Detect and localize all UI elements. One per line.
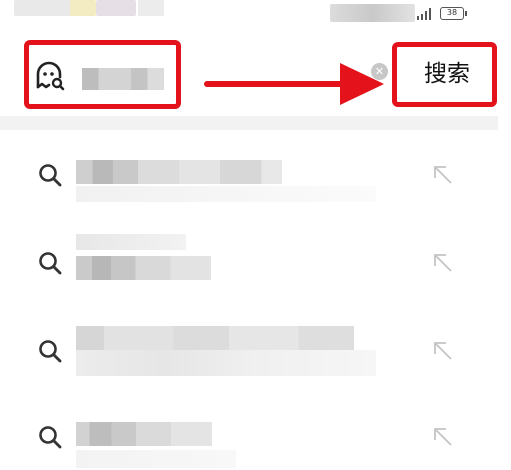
list-item[interactable] bbox=[0, 134, 511, 214]
suggestion-subtext bbox=[76, 450, 236, 468]
status-left-blur bbox=[14, 0, 72, 16]
suggestion-subtext bbox=[76, 256, 211, 280]
fill-arrow-icon[interactable] bbox=[432, 164, 454, 186]
list-item[interactable] bbox=[0, 222, 511, 302]
battery-icon: 38 bbox=[440, 7, 467, 20]
search-icon bbox=[39, 340, 62, 363]
section-divider bbox=[0, 116, 498, 130]
list-item[interactable] bbox=[0, 310, 511, 390]
suggestion-subtext bbox=[76, 186, 376, 202]
fill-arrow-icon[interactable] bbox=[432, 340, 454, 362]
annotation-box-search bbox=[392, 42, 497, 107]
list-item[interactable] bbox=[0, 398, 511, 470]
status-left-blur bbox=[70, 0, 96, 16]
search-icon bbox=[39, 426, 62, 449]
fill-arrow-icon[interactable] bbox=[432, 252, 454, 274]
suggestion-text bbox=[76, 160, 282, 184]
status-right-blur bbox=[330, 4, 415, 22]
status-left-blur bbox=[138, 0, 164, 16]
clear-icon[interactable]: ✕ bbox=[371, 63, 388, 80]
suggestion-text bbox=[76, 234, 186, 250]
search-icon bbox=[39, 252, 62, 275]
search-icon bbox=[39, 164, 62, 187]
status-bar: 38 bbox=[0, 0, 511, 28]
annotation-box-input bbox=[24, 40, 181, 109]
suggestion-subtext bbox=[76, 350, 376, 376]
suggestion-text bbox=[76, 326, 354, 350]
signal-icon bbox=[417, 8, 433, 20]
fill-arrow-icon[interactable] bbox=[432, 426, 454, 448]
status-left-blur bbox=[96, 0, 136, 16]
suggestion-text bbox=[76, 422, 212, 446]
